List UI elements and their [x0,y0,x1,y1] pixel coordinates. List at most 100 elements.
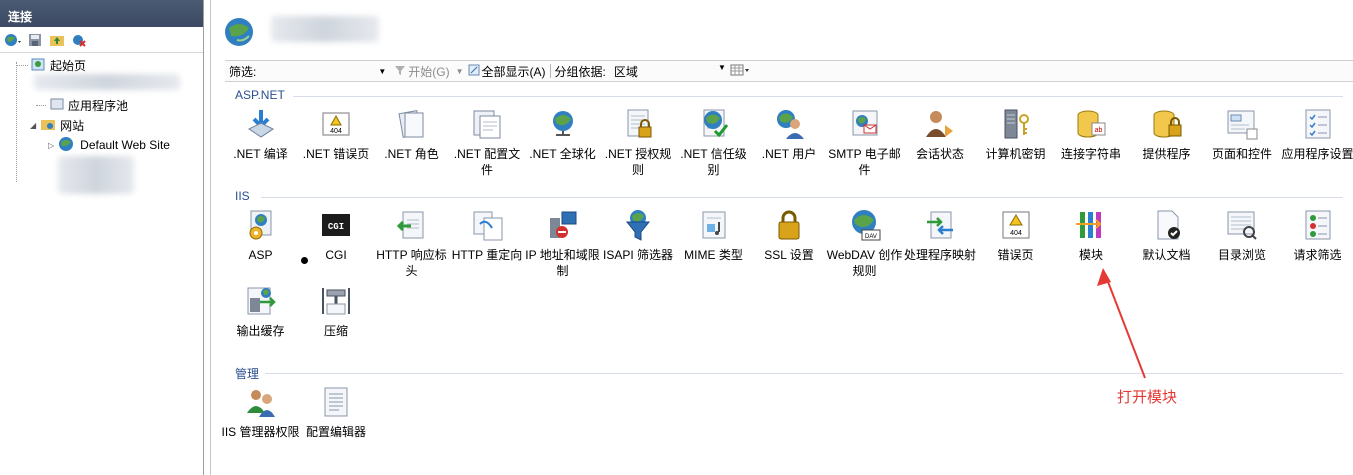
globe-icon [58,136,74,155]
disconnect-icon[interactable] [70,32,88,48]
tree-start-page[interactable]: 起始页 [16,56,86,74]
show-all-icon [468,64,480,79]
mime-icon [696,207,732,243]
feature-item[interactable]: 配置编辑器 [299,384,374,440]
feature-item[interactable]: 目录浏览 [1205,207,1280,263]
feature-item[interactable]: 提供程序 [1129,106,1204,162]
download-arrow-icon [243,106,279,142]
feature-item[interactable]: IIS 管理器权限 [221,384,300,440]
features-view: 筛选: ▼ 开始(G) ▼ 全部显示(A) 分组依据: 区域 ▼ ASP.NET… [210,0,1353,475]
output-cache-icon [243,283,279,319]
handler-arrows-icon [922,207,958,243]
feature-item[interactable]: DAV WebDAV 创作规则 [827,207,902,279]
feature-label: .NET 用户 [761,147,817,161]
feature-label: .NET 全球化 [529,147,596,161]
feature-item[interactable]: .NET 角色 [374,106,449,162]
feature-item[interactable]: MIME 类型 [676,207,751,263]
feature-item[interactable]: 应用程序设置 [1280,106,1353,162]
feature-item[interactable]: .NET 信任级别 [676,106,751,178]
feature-item[interactable]: 请求筛选 [1280,207,1353,263]
feature-item[interactable]: 页面和控件 [1205,106,1280,162]
feature-item[interactable]: SSL 设置 [752,207,827,263]
feature-item[interactable]: 404 .NET 错误页 [299,106,374,162]
feature-item[interactable]: 模块 [1054,207,1129,263]
server-key-icon [998,106,1034,142]
blurred-site-list [58,156,134,194]
feature-label: CGI [325,248,347,262]
tree-sites-label: 网站 [60,118,85,133]
feature-item[interactable]: ISAPI 筛选器 [601,207,676,263]
start-dropdown-icon[interactable]: ▼ [456,67,464,76]
feature-item[interactable]: 会话状态 [903,106,978,162]
redirect-icon [469,207,505,243]
tree-default-web-site[interactable]: ▷ Default Web Site [48,136,170,154]
tree-sites[interactable]: ◢ 网站 [30,116,84,134]
funnel-icon [394,64,406,79]
feature-label: 提供程序 [1142,147,1191,161]
view-mode-icon[interactable] [730,64,750,79]
feature-item[interactable]: .NET 用户 [752,106,827,162]
response-headers-icon [394,207,430,243]
feature-label: IIS 管理器权限 [221,425,300,439]
error-404-warning-icon: 404 [998,207,1034,243]
feature-item[interactable]: IP 地址和域限制 [525,207,600,279]
section-divider [293,96,1343,97]
feature-item[interactable]: 默认文档 [1129,207,1204,263]
save-icon[interactable] [26,32,44,48]
filter-input[interactable] [260,63,378,79]
user-session-icon [922,106,958,142]
feature-item[interactable]: ab 连接字符串 [1054,106,1129,162]
feature-item[interactable]: HTTP 响应标头 [374,207,449,279]
feature-label: 目录浏览 [1217,248,1266,262]
feature-label: .NET 授权规则 [604,147,672,177]
feature-item[interactable]: .NET 全球化 [525,106,600,162]
blurred-server-title [271,16,379,42]
feature-label: .NET 信任级别 [680,147,747,177]
tree-app-pools[interactable]: 应用程序池 [36,96,128,114]
connect-globe-icon[interactable] [4,32,22,48]
section-divider [261,197,1343,198]
start-button[interactable]: 开始(G) [408,63,449,80]
show-all-button[interactable]: 全部显示(A) [482,63,546,80]
feature-item[interactable]: HTTP 重定向 [450,207,525,263]
feature-label: WebDAV 创作规则 [826,248,903,278]
feature-label: 页面和控件 [1211,147,1272,161]
feature-label: ASP [248,248,273,262]
filter-funnel-icon [620,207,656,243]
feature-label: 应用程序设置 [1281,147,1353,161]
group-by-dropdown-icon[interactable]: ▼ [718,63,726,80]
section-aspnet-label: ASP.NET [235,88,285,102]
tree-app-pools-label: 应用程序池 [68,98,129,113]
filter-dropdown-icon[interactable]: ▼ [378,67,386,76]
feature-item[interactable]: ASP [223,207,298,263]
feature-item[interactable]: .NET 编译 [223,106,298,162]
up-folder-icon[interactable] [48,32,66,48]
feature-label: 输出缓存 [236,324,285,338]
feature-item[interactable]: 处理程序映射 [903,207,978,263]
feature-item[interactable]: 压缩 [299,283,374,339]
page-controls-icon [1224,106,1260,142]
feature-item[interactable]: 输出缓存 [223,283,298,339]
feature-item[interactable]: CGI CGI [299,207,374,264]
ip-restrict-icon [545,207,581,243]
svg-text:CGI: CGI [328,222,344,232]
feature-item[interactable]: .NET 授权规则 [601,106,676,178]
feature-label: .NET 编译 [233,147,288,161]
user-globe-icon [771,106,807,142]
asp-gear-icon [243,207,279,243]
feature-item[interactable]: SMTP 电子邮件 [827,106,902,178]
cgi-icon: CGI [318,207,354,243]
feature-label: .NET 角色 [384,147,439,161]
collapse-triangle-icon[interactable]: ◢ [30,121,36,130]
feature-item[interactable]: .NET 配置文件 [450,106,525,178]
mail-icon [847,106,883,142]
page-header [211,0,1353,56]
group-by-select[interactable]: 区域 ▼ [614,63,726,80]
feature-label: .NET 配置文件 [453,147,521,177]
feature-label: SMTP 电子邮件 [828,147,901,177]
feature-item[interactable]: 计算机密钥 [978,106,1053,162]
feature-label: 错误页 [997,248,1034,262]
annotation-arrow [1097,268,1146,379]
expand-triangle-icon[interactable]: ▷ [48,141,54,150]
feature-item[interactable]: 404 错误页 [978,207,1053,263]
